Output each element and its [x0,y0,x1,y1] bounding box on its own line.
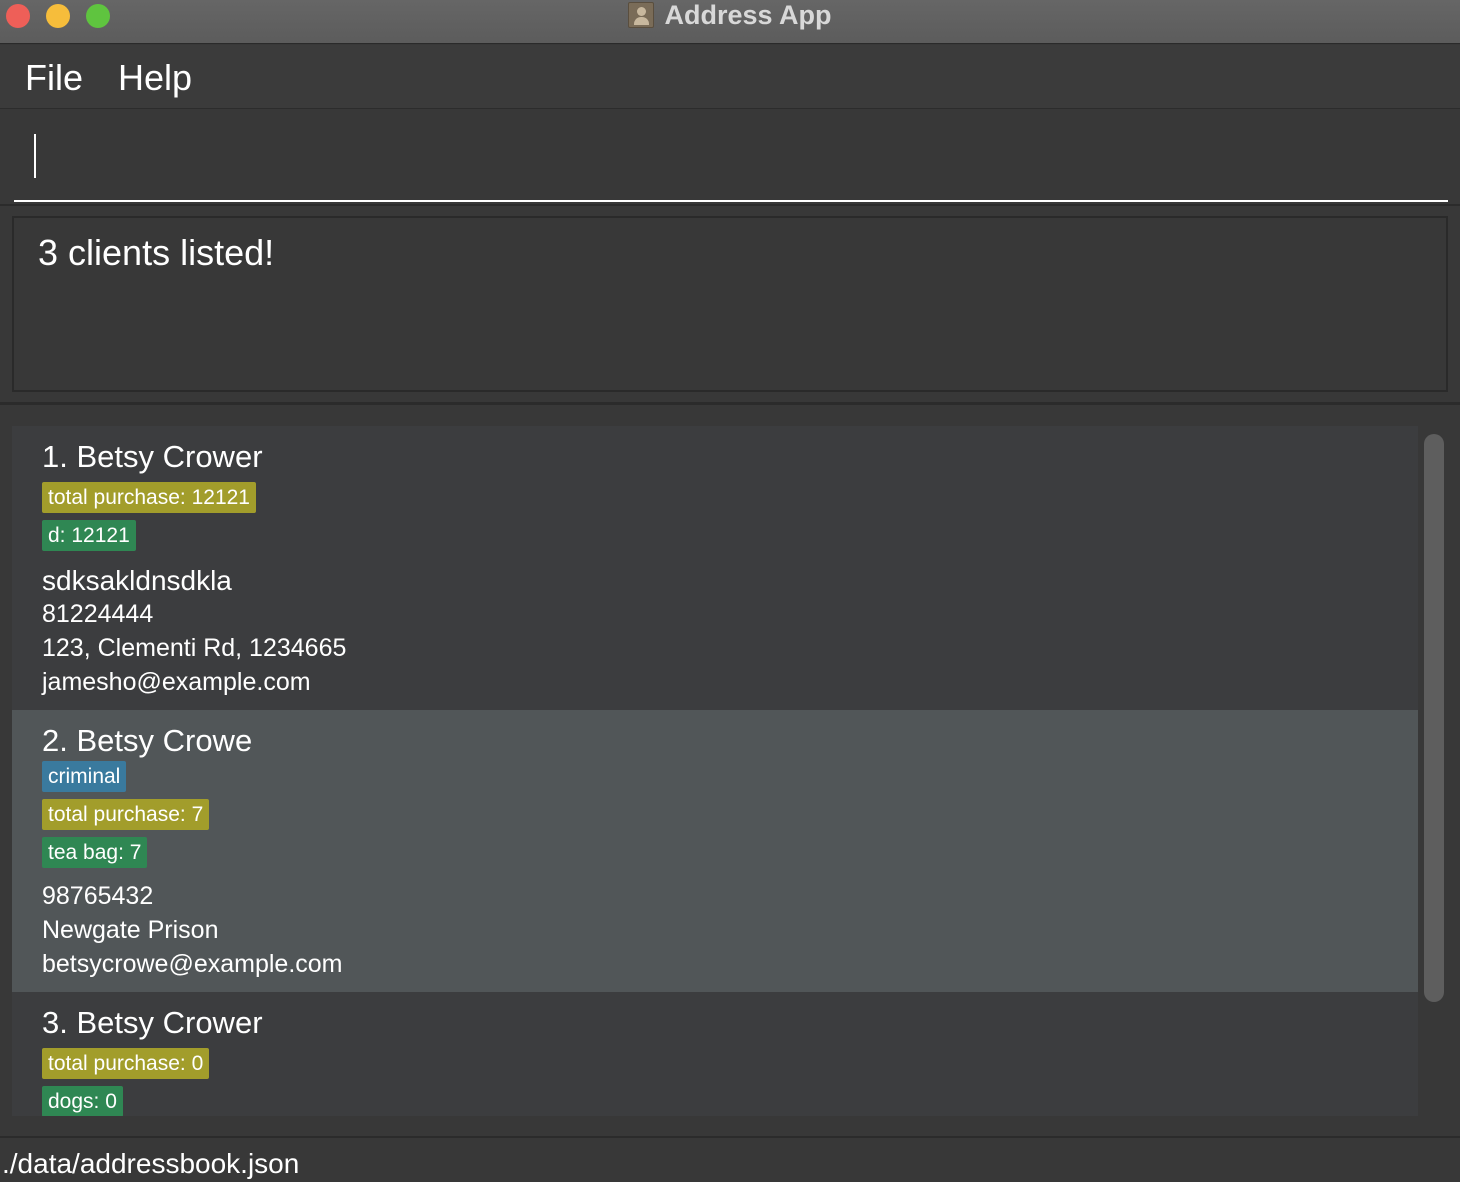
app-contact-icon [628,2,655,28]
client-name: 3. Betsy Crower [42,1005,263,1040]
menu-help[interactable]: Help [118,57,192,99]
divider [0,204,1460,206]
criminal-tag: criminal [42,761,127,792]
menu-file[interactable]: File [25,57,83,99]
command-box [0,110,1460,204]
client-list[interactable]: 1. Betsy Crower total purchase: 12121 d:… [12,426,1418,1116]
total-purchase-tag: total purchase: 7 [42,799,210,830]
product-tag: dogs: 0 [42,1086,123,1116]
status-bar: ./data/addressbook.json [0,1136,1460,1182]
command-input[interactable] [14,124,1448,202]
client-card-selected[interactable]: 2. Betsy Crowe criminal total purchase: … [12,710,1418,992]
client-email: jamesho@example.com [42,668,311,696]
product-tag: d: 12121 [42,520,136,551]
save-file-path: ./data/addressbook.json [2,1148,300,1179]
text-caret [34,134,36,178]
client-address: Newgate Prison [42,916,219,944]
divider [0,402,1460,405]
client-address: 123, Clementi Rd, 1234665 [42,634,347,662]
client-phone: 98765432 [42,882,154,910]
title-bar: Address App [0,0,1460,44]
menu-bar: File Help [0,45,1460,109]
client-phone: 81224444 [42,600,154,628]
window-title: Address App [664,0,832,30]
client-description: sdksakldnsdkla [42,565,232,596]
client-email: betsycrowe@example.com [42,950,343,978]
list-scrollbar[interactable] [1424,434,1444,1002]
client-name: 2. Betsy Crowe [42,723,253,758]
result-display: 3 clients listed! [12,216,1448,392]
total-purchase-tag: total purchase: 12121 [42,482,256,513]
client-name: 1. Betsy Crower [42,439,263,474]
total-purchase-tag: total purchase: 0 [42,1048,210,1079]
client-card[interactable]: 1. Betsy Crower total purchase: 12121 d:… [12,426,1418,710]
client-card[interactable]: 3. Betsy Crower total purchase: 0 dogs: … [12,992,1418,1116]
result-message: 3 clients listed! [38,232,275,273]
product-tag: tea bag: 7 [42,837,148,868]
